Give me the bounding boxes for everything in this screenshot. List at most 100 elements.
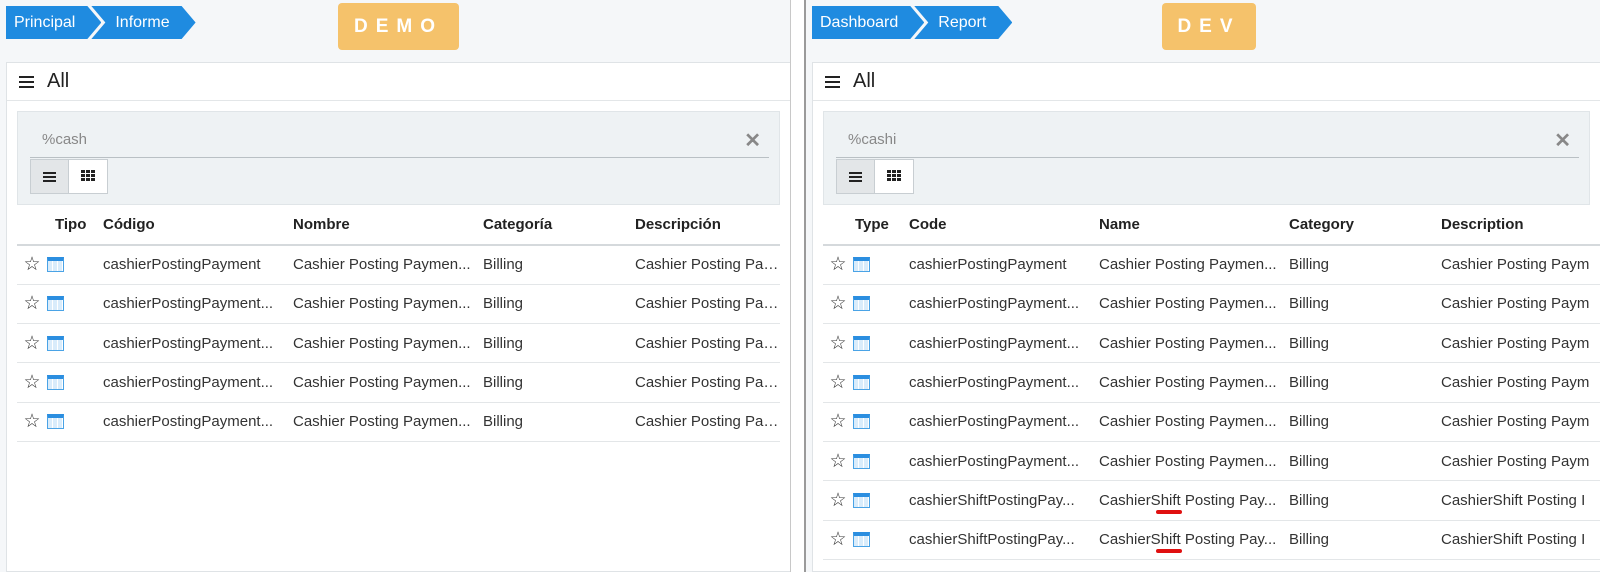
hamburger-icon[interactable]	[825, 75, 840, 88]
row-description: Cashier Posting Paym	[633, 323, 780, 364]
table-row[interactable]: ☆ cashierPostingPayment... Cashier Posting…	[823, 284, 1600, 325]
star-outline-icon[interactable]: ☆	[823, 480, 851, 521]
row-code-link[interactable]: cashierPostingPayment...	[101, 402, 291, 442]
breadcrumb-informe[interactable]: Informe	[91, 6, 195, 39]
column-name[interactable]: Nombre	[291, 205, 481, 246]
column-description[interactable]: Description	[1439, 205, 1600, 246]
column-name[interactable]: Name	[1097, 205, 1287, 246]
star-outline-icon[interactable]: ☆	[17, 284, 45, 325]
table-header-row: Type Code Name Category Description	[823, 205, 1600, 246]
star-outline-icon[interactable]: ☆	[823, 441, 851, 482]
table-icon	[853, 532, 870, 548]
row-code-link[interactable]: cashierShiftPostingPay...	[907, 480, 1097, 521]
column-code[interactable]: Code	[907, 205, 1097, 246]
card-title: All	[47, 70, 70, 92]
table-row[interactable]: ☆ cashierPostingPayment... Cashier Posting…	[823, 441, 1600, 482]
row-description: Cashier Posting Paym	[1439, 441, 1600, 482]
table-row[interactable]: ☆ cashierPostingPayment Cashier Posting Pa…	[823, 245, 1600, 285]
search-box: ✕	[30, 122, 769, 158]
row-name: Cashier Posting Paymen...	[1097, 245, 1287, 285]
table-icon	[47, 414, 64, 430]
column-category[interactable]: Category	[1287, 205, 1439, 246]
breadcrumb: Principal Informe	[6, 6, 198, 39]
star-outline-icon[interactable]: ☆	[17, 362, 45, 403]
star-outline-icon[interactable]: ☆	[823, 402, 851, 442]
close-icon[interactable]: ✕	[1554, 128, 1571, 153]
table-row[interactable]: ☆ cashierPostingPayment... Cashier Posting…	[17, 284, 780, 325]
row-code-link[interactable]: cashierPostingPayment	[101, 245, 291, 285]
table-row[interactable]: ☆ cashierPostingPayment Cashier Posting Pa…	[17, 245, 780, 285]
breadcrumb-dashboard[interactable]: Dashboard	[812, 6, 924, 39]
star-outline-icon[interactable]: ☆	[823, 245, 851, 285]
star-outline-icon[interactable]: ☆	[823, 284, 851, 325]
column-code[interactable]: Código	[101, 205, 291, 246]
row-code-link[interactable]: cashierPostingPayment...	[907, 402, 1097, 442]
star-outline-icon[interactable]: ☆	[823, 362, 851, 403]
star-outline-icon[interactable]: ☆	[823, 323, 851, 364]
row-category: Billing	[481, 402, 633, 442]
row-category: Billing	[1287, 441, 1439, 482]
breadcrumb-principal[interactable]: Principal	[6, 6, 101, 39]
row-category: Billing	[1287, 480, 1439, 521]
table-icon	[853, 414, 870, 430]
row-code-link[interactable]: cashierPostingPayment...	[907, 441, 1097, 482]
table-row[interactable]: ☆ cashierPostingPayment... Cashier Posting…	[17, 362, 780, 403]
table-icon	[853, 296, 870, 312]
table-row[interactable]: ☆ cashierPostingPayment... Cashier Posting…	[823, 402, 1600, 442]
row-code-link[interactable]: cashierPostingPayment...	[907, 284, 1097, 325]
row-name: Cashier Posting Paymen...	[1097, 441, 1287, 482]
hamburger-icon[interactable]	[19, 75, 34, 88]
table-row[interactable]: ☆ cashierPostingPayment... Cashier Posting…	[823, 362, 1600, 403]
row-category: Billing	[1287, 402, 1439, 442]
star-outline-icon[interactable]: ☆	[17, 402, 45, 442]
row-description: Cashier Posting Paym	[1439, 362, 1600, 403]
report-card: All ✕	[6, 62, 790, 572]
star-outline-icon[interactable]: ☆	[17, 245, 45, 285]
report-card: All ✕	[812, 62, 1600, 572]
row-description: Cashier Posting Paym	[1439, 284, 1600, 325]
grid-view-button[interactable]	[69, 160, 107, 193]
list-view-button[interactable]	[837, 160, 875, 193]
column-description[interactable]: Descripción	[633, 205, 780, 246]
breadcrumb-report[interactable]: Report	[914, 6, 1012, 39]
row-category: Billing	[481, 323, 633, 364]
card-header: All	[813, 63, 1600, 101]
table-row[interactable]: ☆ cashierPostingPayment... Cashier Posting…	[823, 323, 1600, 364]
row-code-link[interactable]: cashierPostingPayment...	[907, 323, 1097, 364]
table-row[interactable]: ☆ cashierPostingPayment... Cashier Posting…	[17, 402, 780, 442]
row-description: Cashier Posting Paym	[1439, 245, 1600, 285]
row-name: CashierShift Posting Pay...	[1097, 480, 1287, 521]
column-fav	[17, 205, 45, 246]
search-input[interactable]	[30, 122, 769, 156]
row-code-link[interactable]: cashierPostingPayment...	[907, 362, 1097, 403]
row-code-link[interactable]: cashierPostingPayment	[907, 245, 1097, 285]
card-header: All	[7, 63, 790, 101]
table-icon	[853, 492, 870, 508]
report-table: Tipo Código Nombre Categoría Descripción…	[17, 205, 780, 442]
table-icon	[47, 257, 64, 273]
column-type[interactable]: Type	[851, 205, 907, 246]
row-category: Billing	[481, 245, 633, 285]
star-outline-icon[interactable]: ☆	[823, 520, 851, 560]
search-input[interactable]	[836, 122, 1579, 156]
row-description: Cashier Posting Paym	[1439, 323, 1600, 364]
row-code-link[interactable]: cashierPostingPayment...	[101, 323, 291, 364]
row-code-link[interactable]: cashierShiftPostingPay...	[907, 520, 1097, 560]
grid-view-button[interactable]	[875, 160, 913, 193]
table-row[interactable]: ☆ cashierShiftPostingPay... CashierShift P…	[823, 480, 1600, 521]
row-code-link[interactable]: cashierPostingPayment...	[101, 284, 291, 325]
table-row[interactable]: ☆ cashierPostingPayment... Cashier Posting…	[17, 323, 780, 364]
row-description: Cashier Posting Paym	[633, 284, 780, 325]
table-row[interactable]: ☆ cashierShiftPostingPay... CashierShift P…	[823, 520, 1600, 560]
row-name: Cashier Posting Paymen...	[291, 362, 481, 403]
row-code-link[interactable]: cashierPostingPayment...	[101, 362, 291, 403]
column-category[interactable]: Categoría	[481, 205, 633, 246]
row-description: CashierShift Posting I	[1439, 520, 1600, 560]
star-outline-icon[interactable]: ☆	[17, 323, 45, 364]
row-category: Billing	[481, 284, 633, 325]
close-icon[interactable]: ✕	[744, 128, 761, 153]
list-view-button[interactable]	[31, 160, 69, 193]
column-type[interactable]: Tipo	[45, 205, 101, 246]
report-table: Type Code Name Category Description ☆ cas…	[823, 205, 1600, 560]
annotation-underline	[1156, 510, 1182, 514]
